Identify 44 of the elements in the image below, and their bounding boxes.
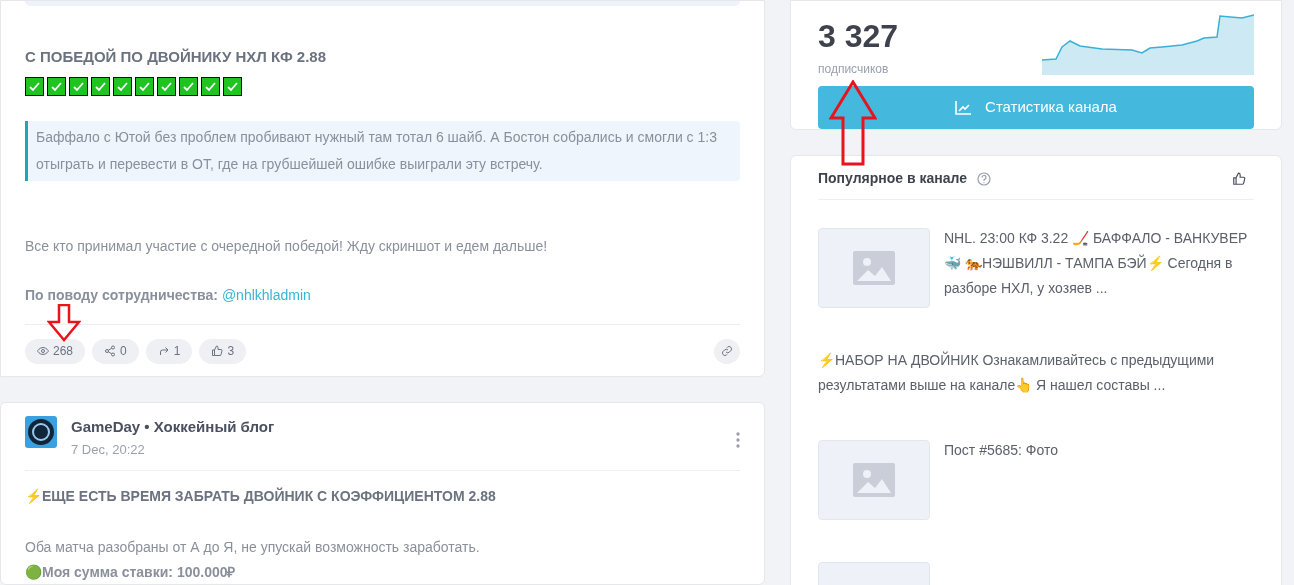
check-icon — [47, 76, 66, 96]
contact-label: По поводу сотрудничества: — [25, 285, 218, 305]
subscriber-label: подписчиков — [818, 61, 890, 78]
stat-pill[interactable]: 0 — [92, 338, 139, 364]
chart-icon — [955, 100, 972, 115]
check-icon — [179, 76, 198, 96]
popular-post-link[interactable]: Пост #5685: Фото — [944, 438, 1059, 463]
thumbs-up-icon — [211, 345, 224, 357]
popular-post-link[interactable]: NHL. 23:00 КФ 3.22 🏒 БАФФАЛО - ВАНКУВЕР🐳 🐅НЭШВИЛЛ - ТАМПА БЭЙ⚡ Сегодня в разборе НХЛ, у хозяев ... — [944, 226, 1254, 301]
help-icon[interactable] — [977, 171, 991, 186]
post-text: Все кто принимал участие с очередной победой! Жду скриншот и едем дальше! — [25, 236, 549, 256]
popular-post-link[interactable]: ⚡НАБОР НА ДВОЙНИК Ознакамливайтесь с предыдущими результатами выше на канале👆 Я нашел составы ... — [818, 348, 1254, 398]
subscriber-count: 3 327 — [818, 17, 899, 56]
forward-icon — [157, 345, 170, 357]
stat-pill[interactable]: 3 — [199, 338, 247, 364]
post-title: С ПОБЕДОЙ ПО ДВОЙНИКУ НХЛ КФ 2.88 — [25, 47, 328, 67]
post-date: 7 Dec, 20:22 — [71, 441, 146, 459]
stake-text: 🟢Моя сумма ставки: 100.000₽ — [25, 562, 237, 582]
post-text: Оба матча разобраны от А до Я, не упускай возможность заработать. — [25, 537, 481, 557]
author-name[interactable]: GameDay • Хоккейный блог — [71, 415, 722, 438]
check-icon — [113, 76, 132, 96]
annotation-arrow — [47, 304, 81, 342]
copy-link-button[interactable] — [714, 338, 740, 364]
image-icon — [853, 463, 895, 497]
stat-pill[interactable]: 1 — [145, 338, 193, 364]
image-icon — [853, 251, 895, 285]
stat-pill[interactable]: 268 — [25, 338, 86, 364]
contact-link[interactable]: @nhlkhladmin — [221, 284, 311, 306]
channel-avatar[interactable] — [25, 415, 57, 448]
eye-icon — [37, 345, 49, 357]
quote-block: Баффало с Ютой без проблем пробивают нужный там тотал 6 шайб. А Бостон собрались и смогли с 1:3 отыграть и перевести в ОТ, где на грубшейшей ошибке выиграли эту встречу. — [25, 120, 740, 181]
popular-title: Популярное в канале — [818, 169, 967, 188]
post-title: ⚡ЕЩЕ ЕСТЬ ВРЕМЯ ЗАБРАТЬ ДВОЙНИК С КОЭФФИЦИЕНТОМ 2.88 — [25, 486, 497, 506]
check-icon — [135, 76, 154, 96]
more-icon[interactable] — [736, 431, 740, 448]
check-icon — [223, 76, 242, 96]
share-icon — [104, 345, 117, 357]
check-icon — [91, 76, 110, 96]
check-icon — [69, 76, 88, 96]
check-icon — [201, 76, 220, 96]
link-icon — [721, 345, 733, 357]
thumbs-up-icon[interactable] — [1232, 171, 1246, 186]
check-icon — [25, 76, 44, 96]
check-icon — [157, 76, 176, 96]
